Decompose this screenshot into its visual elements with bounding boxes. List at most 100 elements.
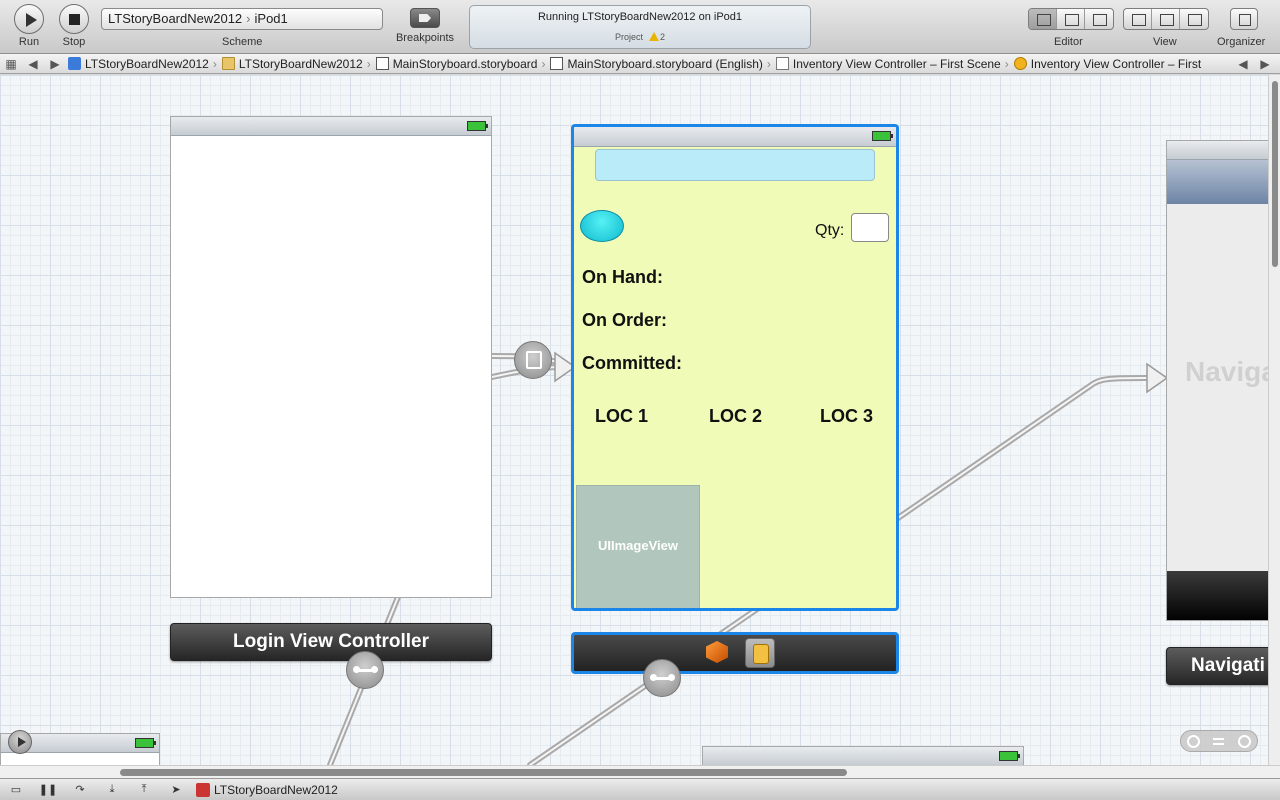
location-icon[interactable]: ➤ — [160, 783, 192, 796]
app-icon — [196, 782, 210, 797]
login-scene[interactable] — [170, 116, 492, 598]
editor-label: Editor — [1054, 36, 1083, 48]
breadcrumb-label: Inventory View Controller – First Scene — [792, 56, 1001, 71]
breadcrumb-storyboard-english[interactable]: MainStoryboard.storyboard (English) — [548, 57, 764, 71]
breadcrumb-label: LTStoryBoardNew2012 — [85, 56, 209, 71]
navigation-scene-label[interactable]: Navigati — [1166, 647, 1268, 685]
qty-label: Qty: — [815, 222, 845, 239]
previous-issue-icon[interactable]: ◀ — [1232, 57, 1254, 71]
stop-button[interactable]: Stop — [55, 0, 93, 48]
first-responder-icon[interactable] — [706, 641, 728, 663]
qty-input[interactable] — [851, 213, 889, 242]
search-field[interactable] — [595, 149, 875, 181]
related-files-icon[interactable]: ▦ — [0, 57, 22, 71]
breakpoints-button[interactable]: Breakpoints — [390, 0, 460, 44]
scheme-project: LTStoryBoardNew2012 — [108, 11, 243, 26]
activity-status[interactable]: Project 2 — [470, 32, 810, 42]
navigation-scene[interactable]: Navigation — [1166, 140, 1268, 621]
scroll-thumb[interactable] — [120, 769, 847, 776]
debug-area-toggle-icon[interactable] — [1152, 9, 1180, 29]
warning-count: 2 — [660, 32, 666, 42]
breadcrumb-group[interactable]: LTStoryBoardNew2012 — [220, 57, 365, 71]
navigator-toggle-icon[interactable] — [1124, 9, 1152, 29]
play-icon — [14, 4, 44, 34]
segue-relationship-icon[interactable] — [346, 651, 384, 689]
image-view[interactable]: UIImageView — [576, 485, 700, 608]
hide-debug-area-icon[interactable]: ▭ — [0, 783, 32, 796]
project-icon — [68, 57, 81, 70]
step-out-icon[interactable]: ⤒ — [128, 783, 160, 796]
zoom-controls — [1180, 730, 1258, 752]
horizontal-scrollbar[interactable] — [0, 765, 1280, 778]
scheme-device: iPod1 — [254, 11, 288, 26]
segue-relationship-icon[interactable] — [643, 659, 681, 697]
storyboard-canvas[interactable]: Login View Controller Qty: On Hand: On O… — [0, 75, 1268, 765]
scroll-thumb[interactable] — [1272, 81, 1278, 267]
loc2-label: LOC 2 — [709, 406, 763, 426]
breadcrumb-label: Inventory View Controller – First — [1030, 56, 1202, 71]
on-hand-label: On Hand: — [582, 267, 663, 287]
breadcrumb-controller[interactable]: Inventory View Controller – First — [1012, 57, 1204, 71]
debug-target[interactable]: LTStoryBoardNew2012 — [196, 782, 338, 797]
zoom-out-icon[interactable] — [1187, 734, 1201, 748]
breadcrumb-label: MainStoryboard.storyboard (English) — [567, 56, 763, 71]
organizer-label: Organizer — [1217, 36, 1266, 48]
scheme-separator: › — [246, 11, 251, 26]
status-bar — [703, 747, 1023, 765]
scheme-label: Scheme — [222, 36, 263, 48]
status-bar — [171, 117, 491, 136]
debug-bar: ▭ ❚❚ ↷ ⤓ ⤒ ➤ LTStoryBoardNew2012 — [0, 778, 1280, 800]
debug-target-label: LTStoryBoardNew2012 — [214, 782, 338, 797]
lower-center-scene[interactable] — [702, 746, 1024, 765]
status-bar — [574, 127, 896, 147]
organizer-button[interactable] — [1230, 8, 1258, 30]
next-issue-icon[interactable]: ▶ — [1254, 57, 1276, 71]
breadcrumb-separator: › — [1004, 56, 1009, 71]
assistant-editor-icon[interactable] — [1057, 9, 1085, 29]
zoom-fit-icon[interactable] — [1212, 735, 1225, 748]
standard-editor-icon[interactable] — [1029, 9, 1057, 29]
view-segmented-control[interactable] — [1123, 8, 1209, 30]
back-arrow-icon[interactable]: ◀ — [22, 57, 44, 71]
vertical-scrollbar[interactable] — [1268, 75, 1280, 765]
editor-segmented-control[interactable] — [1028, 8, 1114, 30]
scene-icon — [775, 57, 789, 70]
round-rect-button[interactable] — [580, 210, 624, 242]
inventory-scene[interactable]: Qty: On Hand: On Order: Committed: LOC 1… — [571, 124, 899, 611]
warning-icon — [649, 32, 659, 41]
battery-icon — [135, 738, 156, 748]
breadcrumb-storyboard[interactable]: MainStoryboard.storyboard — [374, 57, 540, 71]
zoom-in-icon[interactable] — [1237, 734, 1251, 748]
breadcrumb-label: LTStoryBoardNew2012 — [238, 56, 363, 71]
forward-arrow-icon[interactable]: ▶ — [44, 57, 66, 71]
view-controller-icon[interactable] — [745, 638, 775, 668]
jump-bar: ▦ ◀ ▶ LTStoryBoardNew2012 › LTStoryBoardN… — [0, 54, 1280, 74]
breakpoint-icon — [410, 8, 440, 28]
login-scene-label[interactable]: Login View Controller — [170, 623, 492, 661]
step-into-icon[interactable]: ⤓ — [96, 783, 128, 796]
version-editor-icon[interactable] — [1085, 9, 1113, 29]
stop-label: Stop — [62, 36, 86, 48]
segue-modal-icon[interactable] — [514, 341, 552, 379]
step-over-icon[interactable]: ↷ — [64, 783, 96, 796]
committed-label: Committed: — [582, 353, 682, 373]
breadcrumb-project[interactable]: LTStoryBoardNew2012 — [66, 57, 211, 71]
pause-icon[interactable]: ❚❚ — [32, 783, 64, 796]
battery-icon — [467, 121, 488, 131]
activity-title: Running LTStoryBoardNew2012 on iPod1 — [537, 11, 743, 23]
toolbar: Run Stop LTStoryBoardNew2012 › iPod1 Schem… — [0, 0, 1280, 54]
breadcrumb-separator: › — [541, 56, 546, 71]
run-button[interactable]: Run — [10, 0, 48, 48]
utilities-toggle-icon[interactable] — [1180, 9, 1208, 29]
breadcrumb-scene[interactable]: Inventory View Controller – First Scene — [774, 57, 1003, 71]
storyboard-icon — [375, 57, 389, 70]
loc3-label: LOC 3 — [820, 406, 874, 426]
folder-icon — [221, 57, 235, 70]
play-icon[interactable] — [8, 730, 32, 754]
activity-project: Project — [614, 32, 643, 42]
scheme-popup[interactable]: LTStoryBoardNew2012 › iPod1 — [101, 8, 383, 30]
navigation-placeholder-text: Navigation — [1185, 356, 1268, 387]
breakpoints-label: Breakpoints — [395, 32, 455, 44]
storyboard-icon — [550, 57, 564, 70]
navigation-bar — [1167, 160, 1268, 204]
